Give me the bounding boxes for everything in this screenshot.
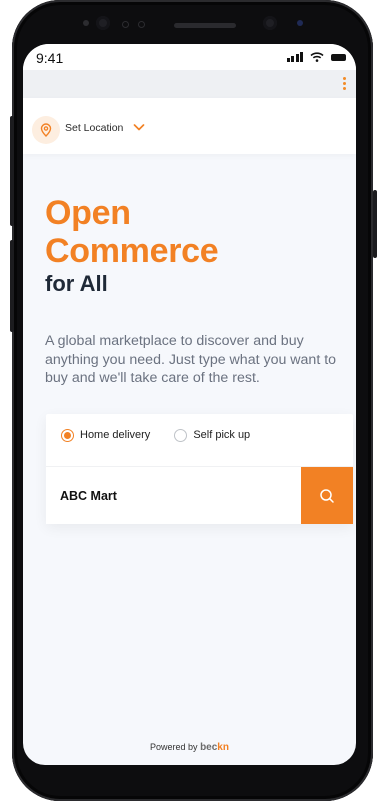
front-camera-icon — [96, 16, 110, 30]
search-icon — [320, 488, 334, 503]
hero-line-for-all: for All — [45, 271, 108, 296]
iris-sensor-icon — [263, 16, 277, 30]
set-location-link[interactable]: Set Location — [65, 122, 123, 134]
hero-line-commerce: Commerce — [45, 232, 219, 270]
battery-icon — [331, 53, 346, 61]
self-pickup-radio[interactable]: Self pick up — [174, 428, 251, 442]
radio-checked-icon[interactable] — [61, 428, 74, 442]
status-time: 9:41 — [36, 50, 64, 66]
powered-by-label: Powered by — [150, 742, 198, 752]
app-bar — [23, 70, 356, 98]
wifi-icon — [310, 52, 324, 62]
light-sensor-icon — [138, 21, 145, 28]
earpiece-speaker — [174, 23, 236, 28]
app-screen: 9:41 Set Location Open Commerce for All … — [23, 44, 356, 765]
proximity-sensor-icon — [122, 21, 129, 28]
brand-main-text: bec — [200, 742, 218, 753]
status-led-icon — [297, 20, 303, 26]
volume-down-button — [10, 240, 14, 332]
home-delivery-radio[interactable]: Home delivery — [61, 428, 151, 442]
hero-description: A global marketplace to discover and buy… — [45, 333, 337, 386]
delivery-options: Home delivery Self pick up — [61, 427, 250, 443]
radio-unchecked-icon[interactable] — [174, 428, 188, 442]
powered-by-footer: Powered by beckn — [23, 742, 356, 753]
home-delivery-label: Home delivery — [80, 429, 151, 441]
signal-icon — [286, 52, 303, 62]
beckn-logo: beckn — [200, 742, 229, 753]
power-button — [373, 190, 377, 258]
front-sensor-icon — [83, 20, 89, 26]
kebab-menu-icon[interactable] — [343, 77, 347, 90]
search-card: Home delivery Self pick up — [46, 414, 353, 524]
chevron-down-icon[interactable] — [133, 122, 145, 132]
search-button[interactable] — [301, 467, 353, 524]
brand-accent-text: kn — [217, 742, 229, 753]
status-bar: 9:41 — [23, 44, 356, 70]
self-pickup-label: Self pick up — [193, 429, 251, 441]
volume-up-button — [10, 116, 14, 226]
hero-title: Open Commerce for All — [45, 194, 219, 298]
location-pin-icon[interactable] — [32, 116, 60, 144]
search-input[interactable] — [46, 467, 301, 524]
status-icons — [286, 52, 346, 62]
hero-line-open: Open — [45, 194, 131, 232]
location-bar: Set Location — [23, 98, 356, 154]
